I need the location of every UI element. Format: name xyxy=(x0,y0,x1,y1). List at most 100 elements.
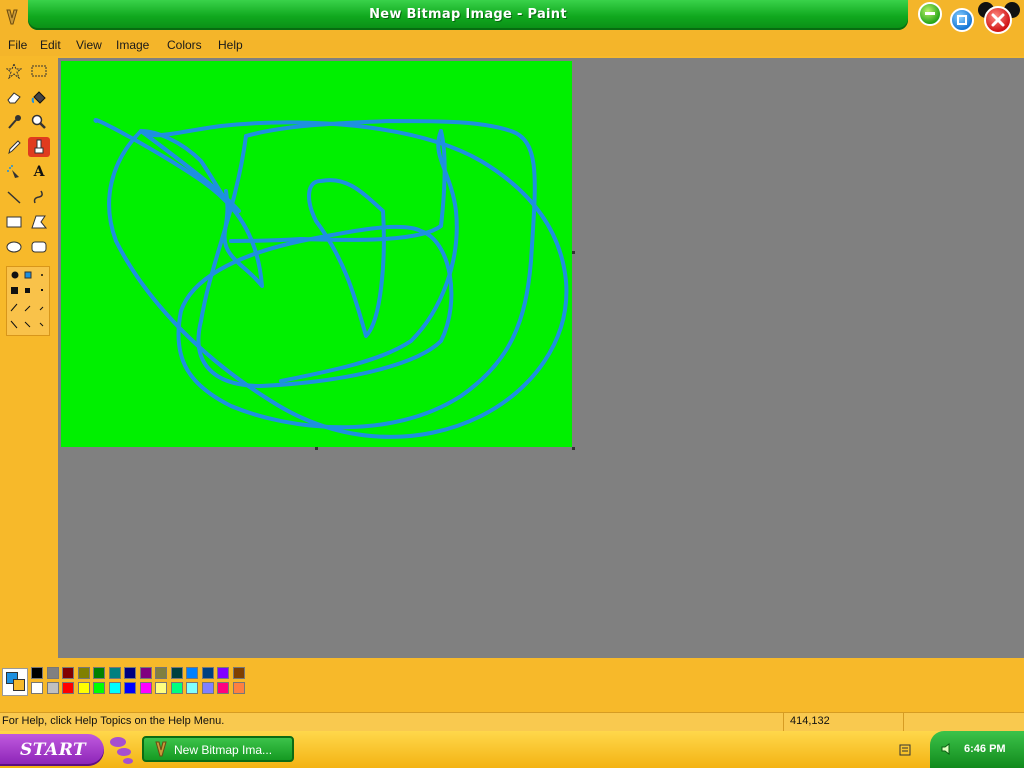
airbrush-tool[interactable] xyxy=(3,162,25,182)
canvas-background xyxy=(61,61,572,447)
brush-shapes-icon xyxy=(10,271,44,329)
menu-colors[interactable]: Colors xyxy=(167,38,202,52)
start-button[interactable]: START xyxy=(0,734,104,766)
rectangle-tool[interactable] xyxy=(3,212,25,232)
minimize-button[interactable] xyxy=(918,2,942,26)
bubbles-icon xyxy=(110,737,133,764)
ellipse-tool[interactable] xyxy=(3,237,25,257)
minimize-icon xyxy=(925,12,935,15)
toolbox: A xyxy=(0,58,56,658)
taskbar-paint-label: New Bitmap Ima... xyxy=(174,743,273,757)
paint-app-icon xyxy=(155,741,167,757)
paint-app-icon[interactable] xyxy=(4,8,20,26)
pencil-tool[interactable] xyxy=(3,137,25,157)
palette-swatch[interactable] xyxy=(77,667,90,679)
palette-swatch[interactable] xyxy=(170,667,183,679)
line-tool[interactable] xyxy=(3,187,25,207)
title-bar-pill: New Bitmap Image - Paint xyxy=(28,0,908,30)
palette-swatch[interactable] xyxy=(93,667,105,679)
volume-tray-icon[interactable] xyxy=(940,742,954,756)
palette-swatch[interactable] xyxy=(139,667,152,679)
palette-swatch[interactable] xyxy=(124,667,136,679)
paint-bucket-icon xyxy=(31,91,46,104)
palette-swatch[interactable] xyxy=(232,667,245,679)
taskbar: START New Bitmap Ima... 6:46 PM xyxy=(0,731,1024,768)
color-palette xyxy=(0,660,1024,708)
eyedropper-icon xyxy=(8,115,21,129)
polygon-tool[interactable] xyxy=(28,212,50,232)
rect-select-icon xyxy=(31,65,47,77)
palette-swatch[interactable] xyxy=(186,682,198,694)
palette-swatch[interactable] xyxy=(108,682,121,694)
brush-shape-options[interactable] xyxy=(6,266,50,336)
palette-swatch[interactable] xyxy=(46,682,59,694)
resize-handle-corner[interactable] xyxy=(572,447,575,450)
window-title: New Bitmap Image - Paint xyxy=(369,7,567,22)
brush-tool[interactable] xyxy=(28,137,50,157)
menu-view[interactable]: View xyxy=(76,38,102,52)
status-separator xyxy=(903,713,904,731)
palette-swatch[interactable] xyxy=(108,667,121,679)
rounded-rectangle-tool[interactable] xyxy=(28,237,50,257)
close-icon xyxy=(991,13,1005,27)
rectangle-icon xyxy=(6,216,22,228)
taskbar-paint-window[interactable]: New Bitmap Ima... xyxy=(142,736,294,762)
status-bar: For Help, click Help Topics on the Help … xyxy=(0,712,1024,731)
palette-swatch[interactable] xyxy=(62,667,74,679)
palette-swatch[interactable] xyxy=(217,682,229,694)
palette-swatch[interactable] xyxy=(232,682,245,694)
system-tray: 6:46 PM xyxy=(930,731,1024,768)
palette-swatch[interactable] xyxy=(170,682,183,694)
background-color xyxy=(13,679,25,691)
text-tool[interactable]: A xyxy=(28,162,50,182)
maximize-button[interactable] xyxy=(950,8,974,32)
brush-icon xyxy=(34,139,44,154)
curve-tool[interactable] xyxy=(28,187,50,207)
maximize-icon xyxy=(957,15,967,25)
status-separator xyxy=(783,713,784,731)
palette-swatch[interactable] xyxy=(77,682,90,694)
eraser-tool[interactable] xyxy=(3,87,25,107)
ellipse-icon xyxy=(6,241,22,253)
palette-swatch[interactable] xyxy=(31,667,43,679)
clock[interactable]: 6:46 PM xyxy=(964,743,1006,755)
magnifier-tool[interactable] xyxy=(28,112,50,132)
rounded-rect-icon xyxy=(31,241,47,253)
line-icon xyxy=(7,191,21,204)
menu-bar: File Edit View Image Colors Help xyxy=(0,36,1024,56)
star-select-icon xyxy=(6,63,22,79)
drawing-canvas[interactable] xyxy=(61,61,572,447)
menu-image[interactable]: Image xyxy=(116,38,149,52)
palette-swatch[interactable] xyxy=(155,667,167,679)
current-colors-indicator[interactable] xyxy=(2,668,28,696)
network-tray-icon[interactable] xyxy=(898,743,912,757)
palette-swatch[interactable] xyxy=(186,667,198,679)
canvas-workspace[interactable] xyxy=(58,58,1024,658)
menu-file[interactable]: File xyxy=(8,38,27,52)
fill-tool[interactable] xyxy=(28,87,50,107)
palette-swatch[interactable] xyxy=(124,682,136,694)
palette-swatch[interactable] xyxy=(31,682,43,694)
eraser-icon xyxy=(7,92,21,104)
palette-swatch[interactable] xyxy=(62,682,74,694)
menu-help[interactable]: Help xyxy=(218,38,243,52)
palette-swatch[interactable] xyxy=(201,682,214,694)
resize-handle-right[interactable] xyxy=(572,251,575,254)
select-tool[interactable] xyxy=(28,61,50,81)
palette-swatch[interactable] xyxy=(217,667,229,679)
status-help-text: For Help, click Help Topics on the Help … xyxy=(2,715,225,727)
palette-swatch[interactable] xyxy=(93,682,105,694)
pencil-icon xyxy=(8,140,21,155)
text-A-icon: A xyxy=(33,164,45,180)
close-button[interactable] xyxy=(984,6,1012,34)
palette-swatch[interactable] xyxy=(46,667,59,679)
pick-color-tool[interactable] xyxy=(3,112,25,132)
menu-edit[interactable]: Edit xyxy=(40,38,61,52)
magnifier-icon xyxy=(31,114,46,129)
palette-swatch[interactable] xyxy=(201,667,214,679)
palette-swatch[interactable] xyxy=(139,682,152,694)
polygon-icon xyxy=(31,215,47,229)
palette-swatch[interactable] xyxy=(155,682,167,694)
resize-handle-bottom[interactable] xyxy=(315,447,318,450)
free-form-select-tool[interactable] xyxy=(3,61,25,81)
